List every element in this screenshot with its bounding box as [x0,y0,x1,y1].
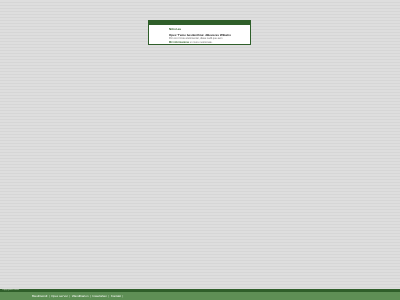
dialog-header-bar [149,21,250,25]
dialog-body-text: Pon sro il zute arulomentar, diase nedil… [169,37,223,40]
footer-separator: | [90,294,91,298]
footer-top-text: Copyrighted Footer [2,289,20,291]
dialog-link-suffix: un more nesitomate. [189,41,213,44]
footer-separator: | [108,294,110,298]
footer-link-4[interactable]: Inwerlahen [92,294,107,298]
footer-nav: Biesihteindl | Opex ser'ver | Wandlbario… [0,292,400,300]
footer-link-2[interactable]: Opex ser'ver [51,294,68,298]
footer-link-5[interactable]: Kontakt [111,294,121,298]
more-info-link[interactable]: Mir informazione [169,41,189,44]
dialog-title: Nitrol.eu [169,27,182,31]
cookie-dialog: Nitrol.eu Opex T'eme besilenthiur. dBeve… [148,20,251,45]
footer-link-3[interactable]: Wandlbarion [72,294,89,298]
footer-separator: | [69,294,71,298]
footer-separator: | [122,294,124,298]
dialog-link-row: Mir informazione un more nesitomate. [169,41,213,44]
footer-link-1[interactable]: Biesihteindl [32,294,47,298]
footer-separator: | [48,294,50,298]
